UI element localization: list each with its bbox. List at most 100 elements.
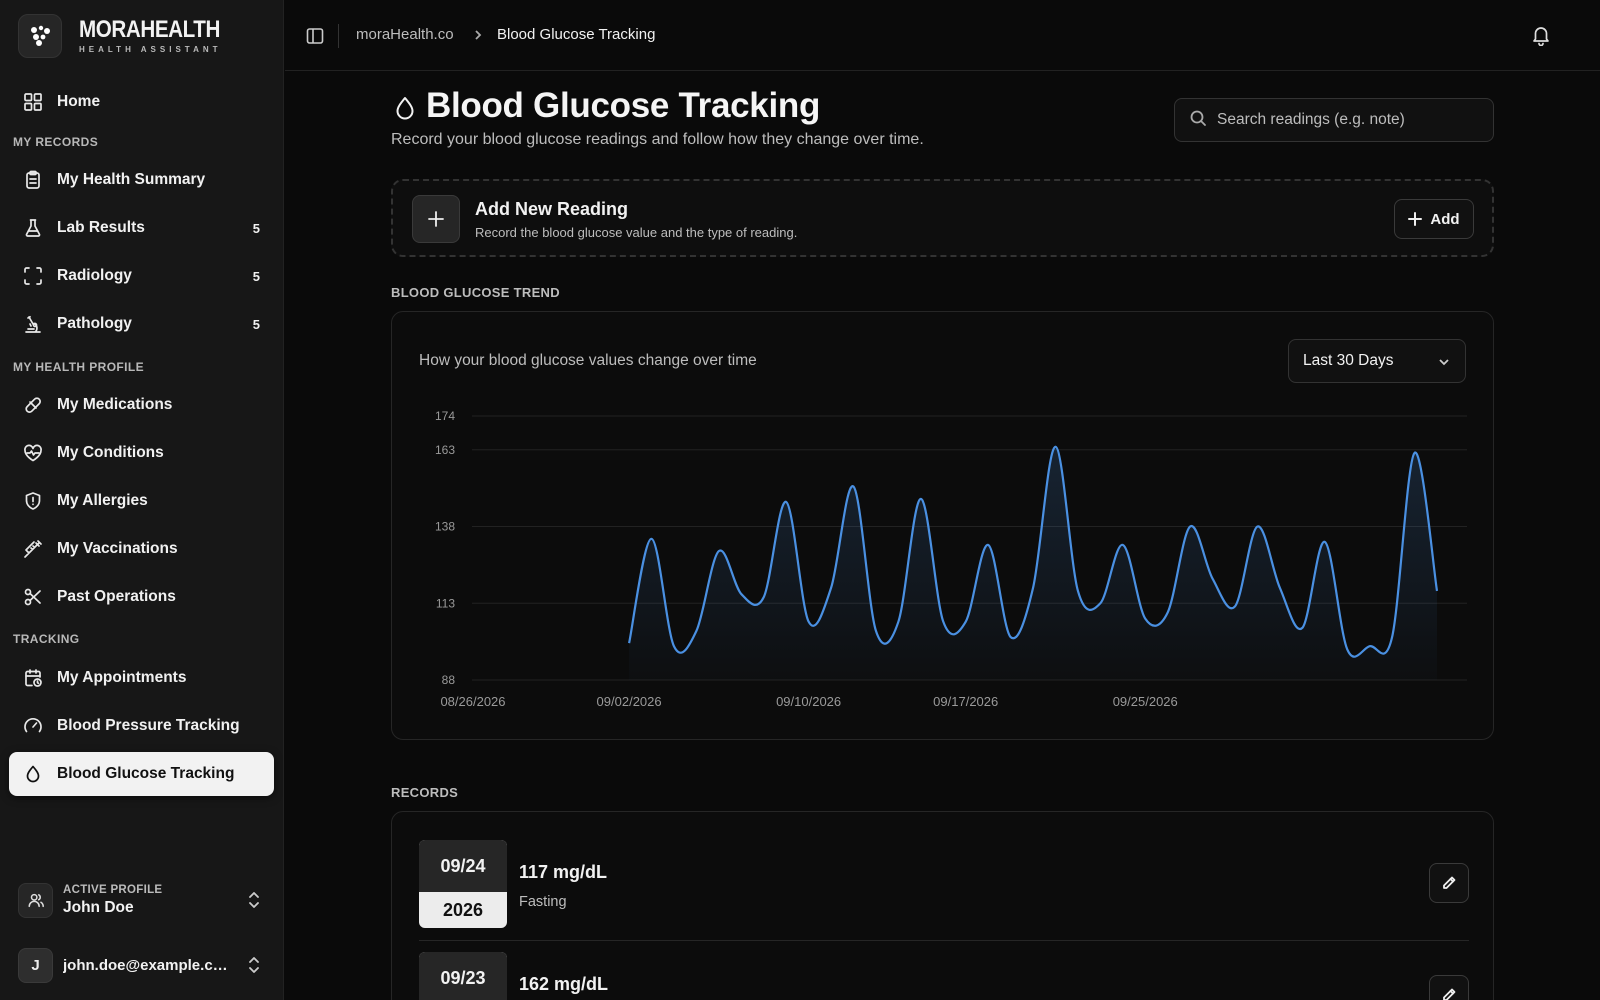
plus-icon: [1408, 212, 1423, 226]
sidebar-item-label: My Health Summary: [57, 171, 206, 188]
sidebar-item-blood-glucose[interactable]: Blood Glucose Tracking: [9, 752, 274, 796]
x-tick-label: 08/26/2026: [440, 694, 505, 709]
account-menu[interactable]: J john.doe@example.com: [18, 945, 268, 985]
page-title: Blood Glucose Tracking: [426, 86, 821, 125]
records-list: 09/24 2026 117 mg/dL Fasting 09/23 2026 …: [391, 811, 1494, 1000]
sidebar-item-label: My Conditions: [57, 444, 164, 461]
sidebar-item-label: Past Operations: [57, 588, 176, 605]
records-section-label: RECORDS: [391, 785, 459, 800]
active-profile-switcher[interactable]: ACTIVE PROFILE John Doe: [18, 878, 268, 922]
heart-pulse-icon: [23, 443, 43, 463]
active-profile-label: ACTIVE PROFILE: [63, 883, 163, 896]
add-reading-title: Add New Reading: [475, 199, 629, 219]
nav-section-tracking: TRACKING: [13, 632, 80, 646]
sidebar-item-label: Lab Results: [57, 219, 145, 236]
y-tick-label: 163: [435, 443, 455, 457]
count-badge: 5: [252, 316, 260, 332]
y-tick-label: 88: [442, 673, 456, 687]
flask-icon: [23, 218, 43, 238]
count-badge: 5: [252, 220, 260, 236]
avatar: J: [18, 947, 53, 983]
sidebar-item-home[interactable]: Home: [9, 80, 274, 124]
sidebar-item-past-operations[interactable]: Past Operations: [9, 575, 274, 619]
record-row[interactable]: 09/24 2026 117 mg/dL Fasting: [419, 812, 1469, 928]
pill-icon: [23, 395, 43, 415]
sidebar-item-label: My Allergies: [57, 492, 148, 509]
chevron-right-icon: [471, 28, 485, 42]
sidebar-item-health-summary[interactable]: My Health Summary: [9, 158, 274, 202]
trend-chart-card: How your blood glucose values change ove…: [391, 311, 1494, 740]
record-date-badge: 09/24 2026: [419, 840, 507, 928]
x-tick-label: 09/10/2026: [776, 694, 841, 709]
edit-record-button[interactable]: [1429, 975, 1469, 1000]
sidebar-item-blood-pressure[interactable]: Blood Pressure Tracking: [9, 704, 274, 748]
search-input[interactable]: [1217, 111, 1477, 129]
breadcrumb-current: Blood Glucose Tracking: [497, 26, 656, 43]
sidebar-item-conditions[interactable]: My Conditions: [9, 431, 274, 475]
nav-section-health-profile: MY HEALTH PROFILE: [13, 360, 145, 374]
grid-icon: [23, 92, 43, 112]
record-row[interactable]: 09/23 2026 162 mg/dL: [419, 924, 1469, 1000]
y-tick-label: 138: [435, 520, 455, 534]
sidebar-item-allergies[interactable]: My Allergies: [9, 479, 274, 523]
trend-section-label: BLOOD GLUCOSE TREND: [391, 285, 560, 300]
droplet-icon: [393, 95, 417, 123]
plus-icon[interactable]: [412, 195, 460, 243]
search-icon: [1189, 109, 1207, 132]
edit-record-button[interactable]: [1429, 863, 1469, 903]
chevrons-up-down-icon: [246, 955, 262, 975]
sidebar-item-pathology[interactable]: Pathology 5: [9, 302, 274, 346]
sidebar-toggle-icon[interactable]: [305, 26, 325, 46]
brand-name: MORAHEALTH: [79, 16, 220, 43]
x-tick-label: 09/17/2026: [933, 694, 998, 709]
syringe-icon: [23, 539, 43, 559]
scan-icon: [23, 266, 43, 286]
y-tick-label: 113: [436, 596, 455, 610]
chevrons-up-down-icon: [246, 890, 262, 910]
glucose-trend-chart: 88 113 138 163 174 08/26/2026 09/02/2026 09/10/…: [435, 409, 1467, 709]
pencil-icon: [1443, 988, 1456, 1000]
record-date: 09/23: [419, 952, 507, 1000]
record-value: 162 mg/dL: [519, 974, 609, 994]
page-subtitle: Record your blood glucose readings and f…: [391, 131, 924, 148]
brand-tagline: HEALTH ASSISTANT: [79, 45, 222, 54]
add-button-label: Add: [1430, 210, 1460, 228]
sidebar-item-medications[interactable]: My Medications: [9, 383, 274, 427]
sidebar-item-label: Blood Pressure Tracking: [57, 717, 240, 734]
sidebar-item-lab-results[interactable]: Lab Results 5: [9, 206, 274, 250]
record-type: Fasting: [519, 894, 567, 910]
pencil-icon: [1443, 876, 1456, 889]
sidebar-item-radiology[interactable]: Radiology 5: [9, 254, 274, 298]
active-profile-name: John Doe: [63, 898, 134, 916]
add-reading-description: Record the blood glucose value and the t…: [475, 225, 798, 240]
account-email: john.doe@example.com: [63, 956, 231, 974]
record-date-badge: 09/23 2026: [419, 952, 507, 1000]
sidebar-item-label: Blood Glucose Tracking: [57, 765, 235, 782]
divider: [338, 24, 339, 48]
sidebar-item-label: Radiology: [57, 267, 132, 284]
nav-section-records: MY RECORDS: [13, 135, 99, 149]
app-root: MORAHEALTH HEALTH ASSISTANT Home MY RECO…: [0, 0, 1600, 1000]
microscope-icon: [23, 314, 43, 334]
breadcrumb-home-link[interactable]: moraHealth.co: [356, 26, 454, 43]
sidebar-item-label: My Medications: [57, 396, 173, 413]
scissors-icon: [23, 587, 43, 607]
brand[interactable]: MORAHEALTH HEALTH ASSISTANT: [18, 14, 243, 58]
sidebar-item-label: My Vaccinations: [57, 540, 178, 557]
add-reading-card: Add New Reading Record the blood glucose…: [391, 179, 1494, 257]
x-tick-label: 09/02/2026: [597, 694, 662, 709]
sidebar-item-vaccinations[interactable]: My Vaccinations: [9, 527, 274, 571]
calendar-clock-icon: [23, 668, 43, 688]
sidebar-item-label: My Appointments: [57, 669, 187, 686]
gauge-icon: [23, 716, 43, 736]
count-badge: 5: [252, 268, 260, 284]
bell-icon[interactable]: [1530, 24, 1552, 47]
search-box[interactable]: [1174, 98, 1494, 142]
add-reading-button[interactable]: Add: [1394, 199, 1474, 239]
sidebar-item-label: Pathology: [57, 315, 132, 332]
sidebar-item-appointments[interactable]: My Appointments: [9, 656, 274, 700]
users-icon: [18, 882, 53, 918]
record-year: 2026: [442, 899, 484, 920]
x-tick-label: 09/25/2026: [1113, 694, 1178, 709]
record-date: 09/24: [419, 840, 507, 892]
